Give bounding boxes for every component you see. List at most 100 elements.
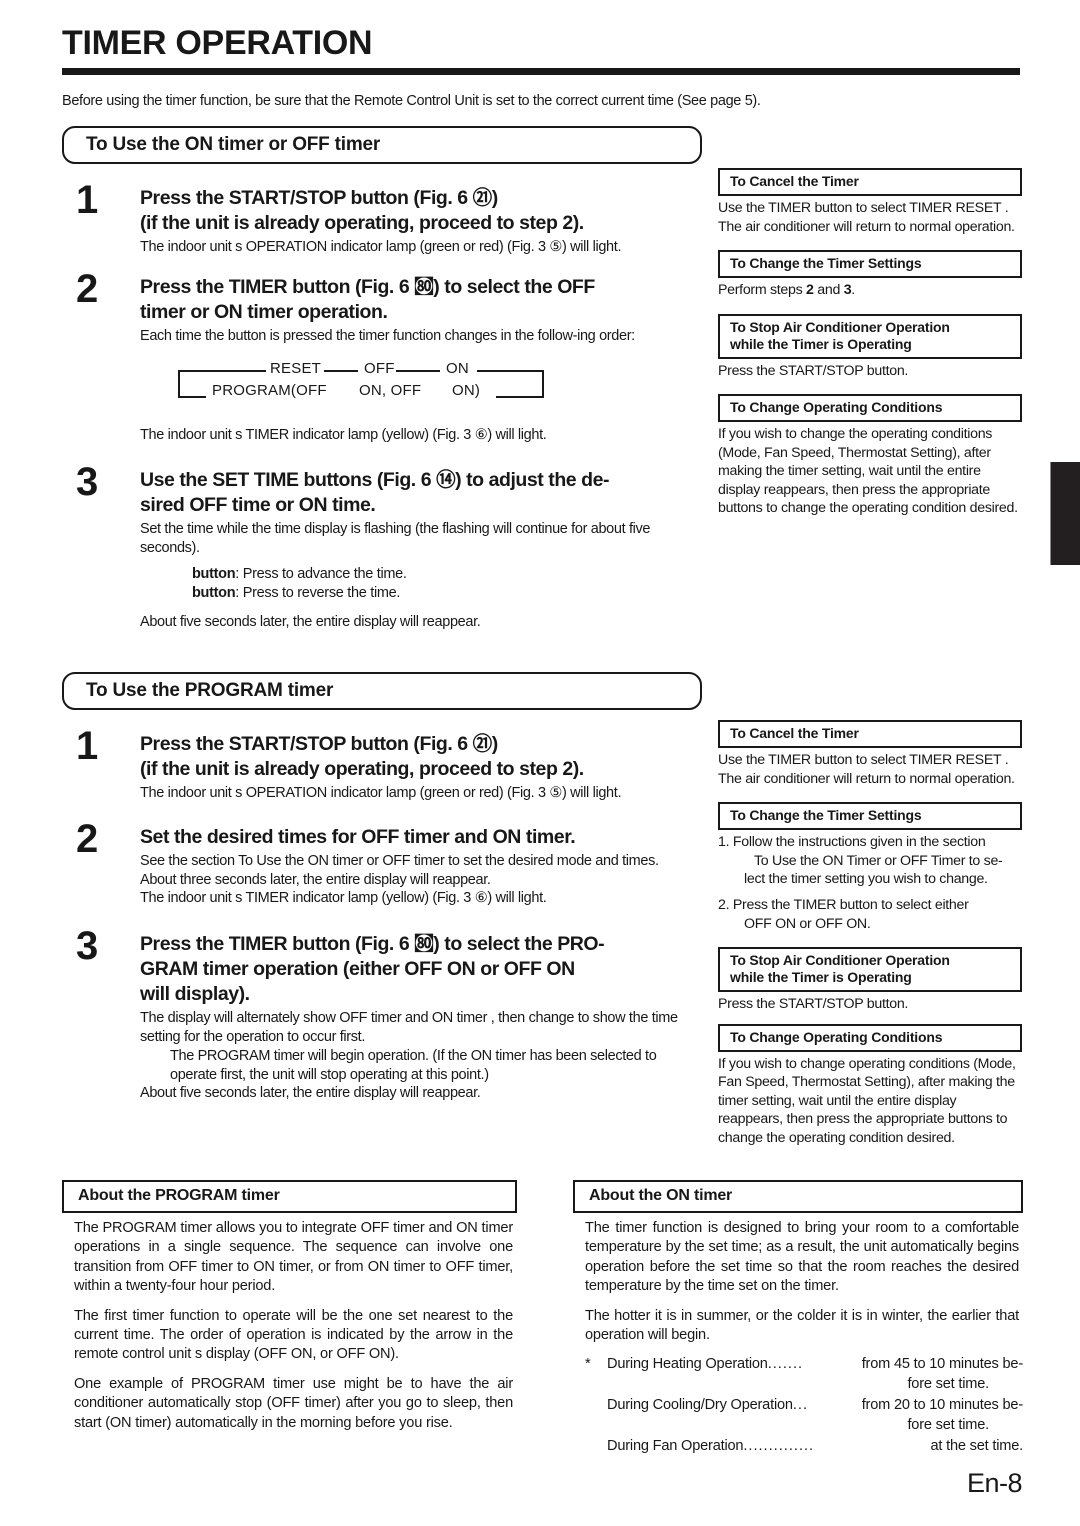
about-on-paragraph-2: The hotter it is in summer, or the colde… <box>585 1307 1019 1344</box>
step-title-line-2: (if the unit is already operating, proce… <box>140 211 584 234</box>
about-program-head: About the PROGRAM timer <box>62 1180 517 1213</box>
step-body: The indoor unit s TIMER indicator lamp (… <box>140 426 702 445</box>
section-header-on-off-label: To Use the ON timer or OFF timer <box>86 134 381 155</box>
about-on-head: About the ON timer <box>573 1180 1023 1213</box>
cycle-line-top-1 <box>324 369 358 372</box>
section-program-timer: To Use the PROGRAM timer 1 Press the STA… <box>62 672 702 1103</box>
step-2-on-off: 2 Press the TIMER button (Fig. 6 ㉏) to s… <box>62 269 702 346</box>
step-title-line-1: Use the SET TIME buttons (Fig. 6 ⑭) to a… <box>140 469 610 492</box>
step-title: Press the START/STOP button (Fig. 6 ㉑) (… <box>140 732 702 782</box>
tip-line: Press the START/STOP button. <box>718 996 909 1013</box>
tip-item-1-line-3: lect the timer setting you wish to chang… <box>744 870 988 887</box>
step-title-line-1: Press the TIMER button (Fig. 6 ㉏) to sel… <box>140 933 605 956</box>
item-line-1: Follow the instructions given in the sec… <box>732 834 986 851</box>
timing-value-cont: fore set time. <box>907 1375 989 1392</box>
set-time-up-button-text: Press to advance the time. <box>242 565 407 582</box>
tip-numbered-item-1: 1. Follow the instructions given in the … <box>718 833 1022 851</box>
tip-head-label: To Cancel the Timer <box>730 173 859 189</box>
tip-line: The air conditioner will return to norma… <box>718 218 1015 235</box>
timing-value-cont: fore set time. <box>907 1416 989 1433</box>
timing-row-fan: During Fan Operation .............. at t… <box>585 1437 1023 1456</box>
timing-row-line: During Fan Operation .............. at t… <box>607 1437 1023 1456</box>
step-body-text: The indoor unit s OPERATION indicator la… <box>140 238 622 255</box>
set-time-down-button-line: button: Press to reverse the time. <box>192 585 401 602</box>
step-body-text: Each time the button is pressed the time… <box>140 327 635 344</box>
tip-body-stop-operation: Press the START/STOP button. <box>718 362 1022 380</box>
about-on-head-label: About the ON timer <box>589 1187 733 1204</box>
tip-body-change-conditions: If you wish to change operating conditio… <box>718 1055 1022 1147</box>
about-on-timing-list: * During Heating Operation ....... from … <box>573 1355 1023 1456</box>
tip-line: Press the START/STOP button. <box>718 362 909 379</box>
step-body-text: Set the time while the time display is f… <box>140 521 651 557</box>
tip-head-label: To Change the Timer Settings <box>730 806 922 823</box>
item-line-2: To Use the ON Timer or OFF Timer to se- <box>754 852 1003 869</box>
step-3-on-off: 3 Use the SET TIME buttons (Fig. 6 ⑭) to… <box>62 462 702 632</box>
step-2-closing: The indoor unit s TIMER indicator lamp (… <box>62 426 702 445</box>
item-number: 1. <box>718 834 730 851</box>
timing-value: from 20 to 10 minutes be- <box>861 1397 1023 1414</box>
tip-head-label-line-2: while the Timer is Operating <box>730 335 912 352</box>
tip-line: If you wish to change the operating cond… <box>718 426 1018 517</box>
tip-head-change-timer-settings: To Change the Timer Settings <box>718 249 1022 279</box>
cycle-line-bottom-right <box>496 395 544 398</box>
item-number: 2. <box>718 897 730 914</box>
step-3-program: 3 Press the TIMER button (Fig. 6 ㉏) to s… <box>62 926 702 1103</box>
step-1-program: 1 Press the START/STOP button (Fig. 6 ㉑)… <box>62 726 702 803</box>
step-title-line-2: GRAM timer operation (either OFF ON or O… <box>140 958 575 981</box>
tips-program-timer: To Cancel the Timer Use the TIMER button… <box>718 720 1022 1147</box>
page-edge-tab-marker <box>1050 462 1080 565</box>
perform-prefix: Perform steps <box>718 282 807 299</box>
tip-body-cancel-timer: Use the TIMER button to select TIMER RES… <box>718 751 1022 788</box>
tips-on-off-timer: To Cancel the Timer Use the TIMER button… <box>718 168 1022 517</box>
tip-head-change-timer-settings: To Change the Timer Settings <box>718 801 1022 831</box>
set-time-down-button-text: Press to reverse the time. <box>242 585 401 602</box>
step-number: 3 <box>76 460 99 505</box>
timing-dot-leader: ... <box>792 1397 809 1414</box>
cycle-line-top-left <box>178 369 266 372</box>
tip-head-label: To Change Operating Conditions <box>730 399 943 416</box>
step-number: 3 <box>76 924 99 969</box>
timer-cycle-diagram: RESET OFF ON PROGRAM(OFF ON, OFF ON) <box>174 360 548 414</box>
tip-body-cancel-timer: Use the TIMER button to select TIMER RES… <box>718 199 1022 236</box>
step-body: Set the time while the time display is f… <box>140 520 702 558</box>
step-number: 2 <box>76 816 99 861</box>
tip-head-cancel-timer: To Cancel the Timer <box>718 168 1022 197</box>
step-title-line-1: Press the START/STOP button (Fig. 6 ㉑) <box>140 187 498 209</box>
set-time-up-button-label: button <box>192 565 236 582</box>
cycle-vline-right <box>542 369 544 398</box>
page-number: En-8 <box>966 1468 1023 1498</box>
document-page: TIMER OPERATION Before using the timer f… <box>0 0 1080 1526</box>
step-title: Press the TIMER button (Fig. 6 ㉏) to sel… <box>140 275 702 325</box>
step-number: 1 <box>76 724 99 768</box>
step-body: The indoor unit s OPERATION indicator la… <box>140 784 702 803</box>
cycle-top-label-2: OFF <box>364 359 395 377</box>
step-title-line-1: Press the START/STOP button (Fig. 6 ㉑) <box>140 733 498 755</box>
title-divider <box>62 67 1020 75</box>
cycle-vline-left <box>178 369 180 398</box>
timing-row-heating: * During Heating Operation ....... from … <box>585 1355 1023 1394</box>
step-title: Set the desired times for OFF timer and … <box>140 825 702 850</box>
step-title: Press the TIMER button (Fig. 6 ㉏) to sel… <box>140 932 702 1007</box>
section-on-off-timer: To Use the ON timer or OFF timer 1 Press… <box>62 126 702 632</box>
step-body: Each time the button is pressed the time… <box>140 327 702 346</box>
step-3-closing: About five seconds later, the entire dis… <box>140 613 702 632</box>
about-on-body: The timer function is designed to bring … <box>573 1213 1023 1345</box>
tip-head-label-line-2: while the Timer is Operating <box>730 969 912 986</box>
timing-label: During Cooling/Dry Operation <box>607 1397 793 1414</box>
section-header-program: To Use the PROGRAM timer <box>62 672 702 710</box>
timing-label: During Heating Operation <box>607 1356 768 1373</box>
cycle-top-label-1: RESET <box>270 359 322 377</box>
cycle-bottom-label-2: ON, OFF <box>359 381 422 399</box>
step-body: The display will alternately show OFF ti… <box>140 1009 702 1103</box>
timing-row-line: During Heating Operation ....... from 45… <box>607 1355 1023 1374</box>
section-header-program-label: To Use the PROGRAM timer <box>86 680 334 701</box>
step-number: 1 <box>76 178 99 222</box>
tip-body-stop-operation: Press the START/STOP button. <box>718 995 1022 1013</box>
asterisk-marker: * <box>585 1356 591 1373</box>
tip-body-change-timer-settings: 1. Follow the instructions given in the … <box>718 833 1022 933</box>
step-1-on-off: 1 Press the START/STOP button (Fig. 6 ㉑)… <box>62 180 702 257</box>
about-program-head-label: About the PROGRAM timer <box>78 1187 280 1204</box>
about-program-paragraph-3: One example of PROGRAM timer use might b… <box>74 1375 513 1431</box>
about-program-body: The PROGRAM timer allows you to integrat… <box>62 1213 517 1433</box>
step-title-line-1: Set the desired times for OFF timer and … <box>140 825 576 848</box>
